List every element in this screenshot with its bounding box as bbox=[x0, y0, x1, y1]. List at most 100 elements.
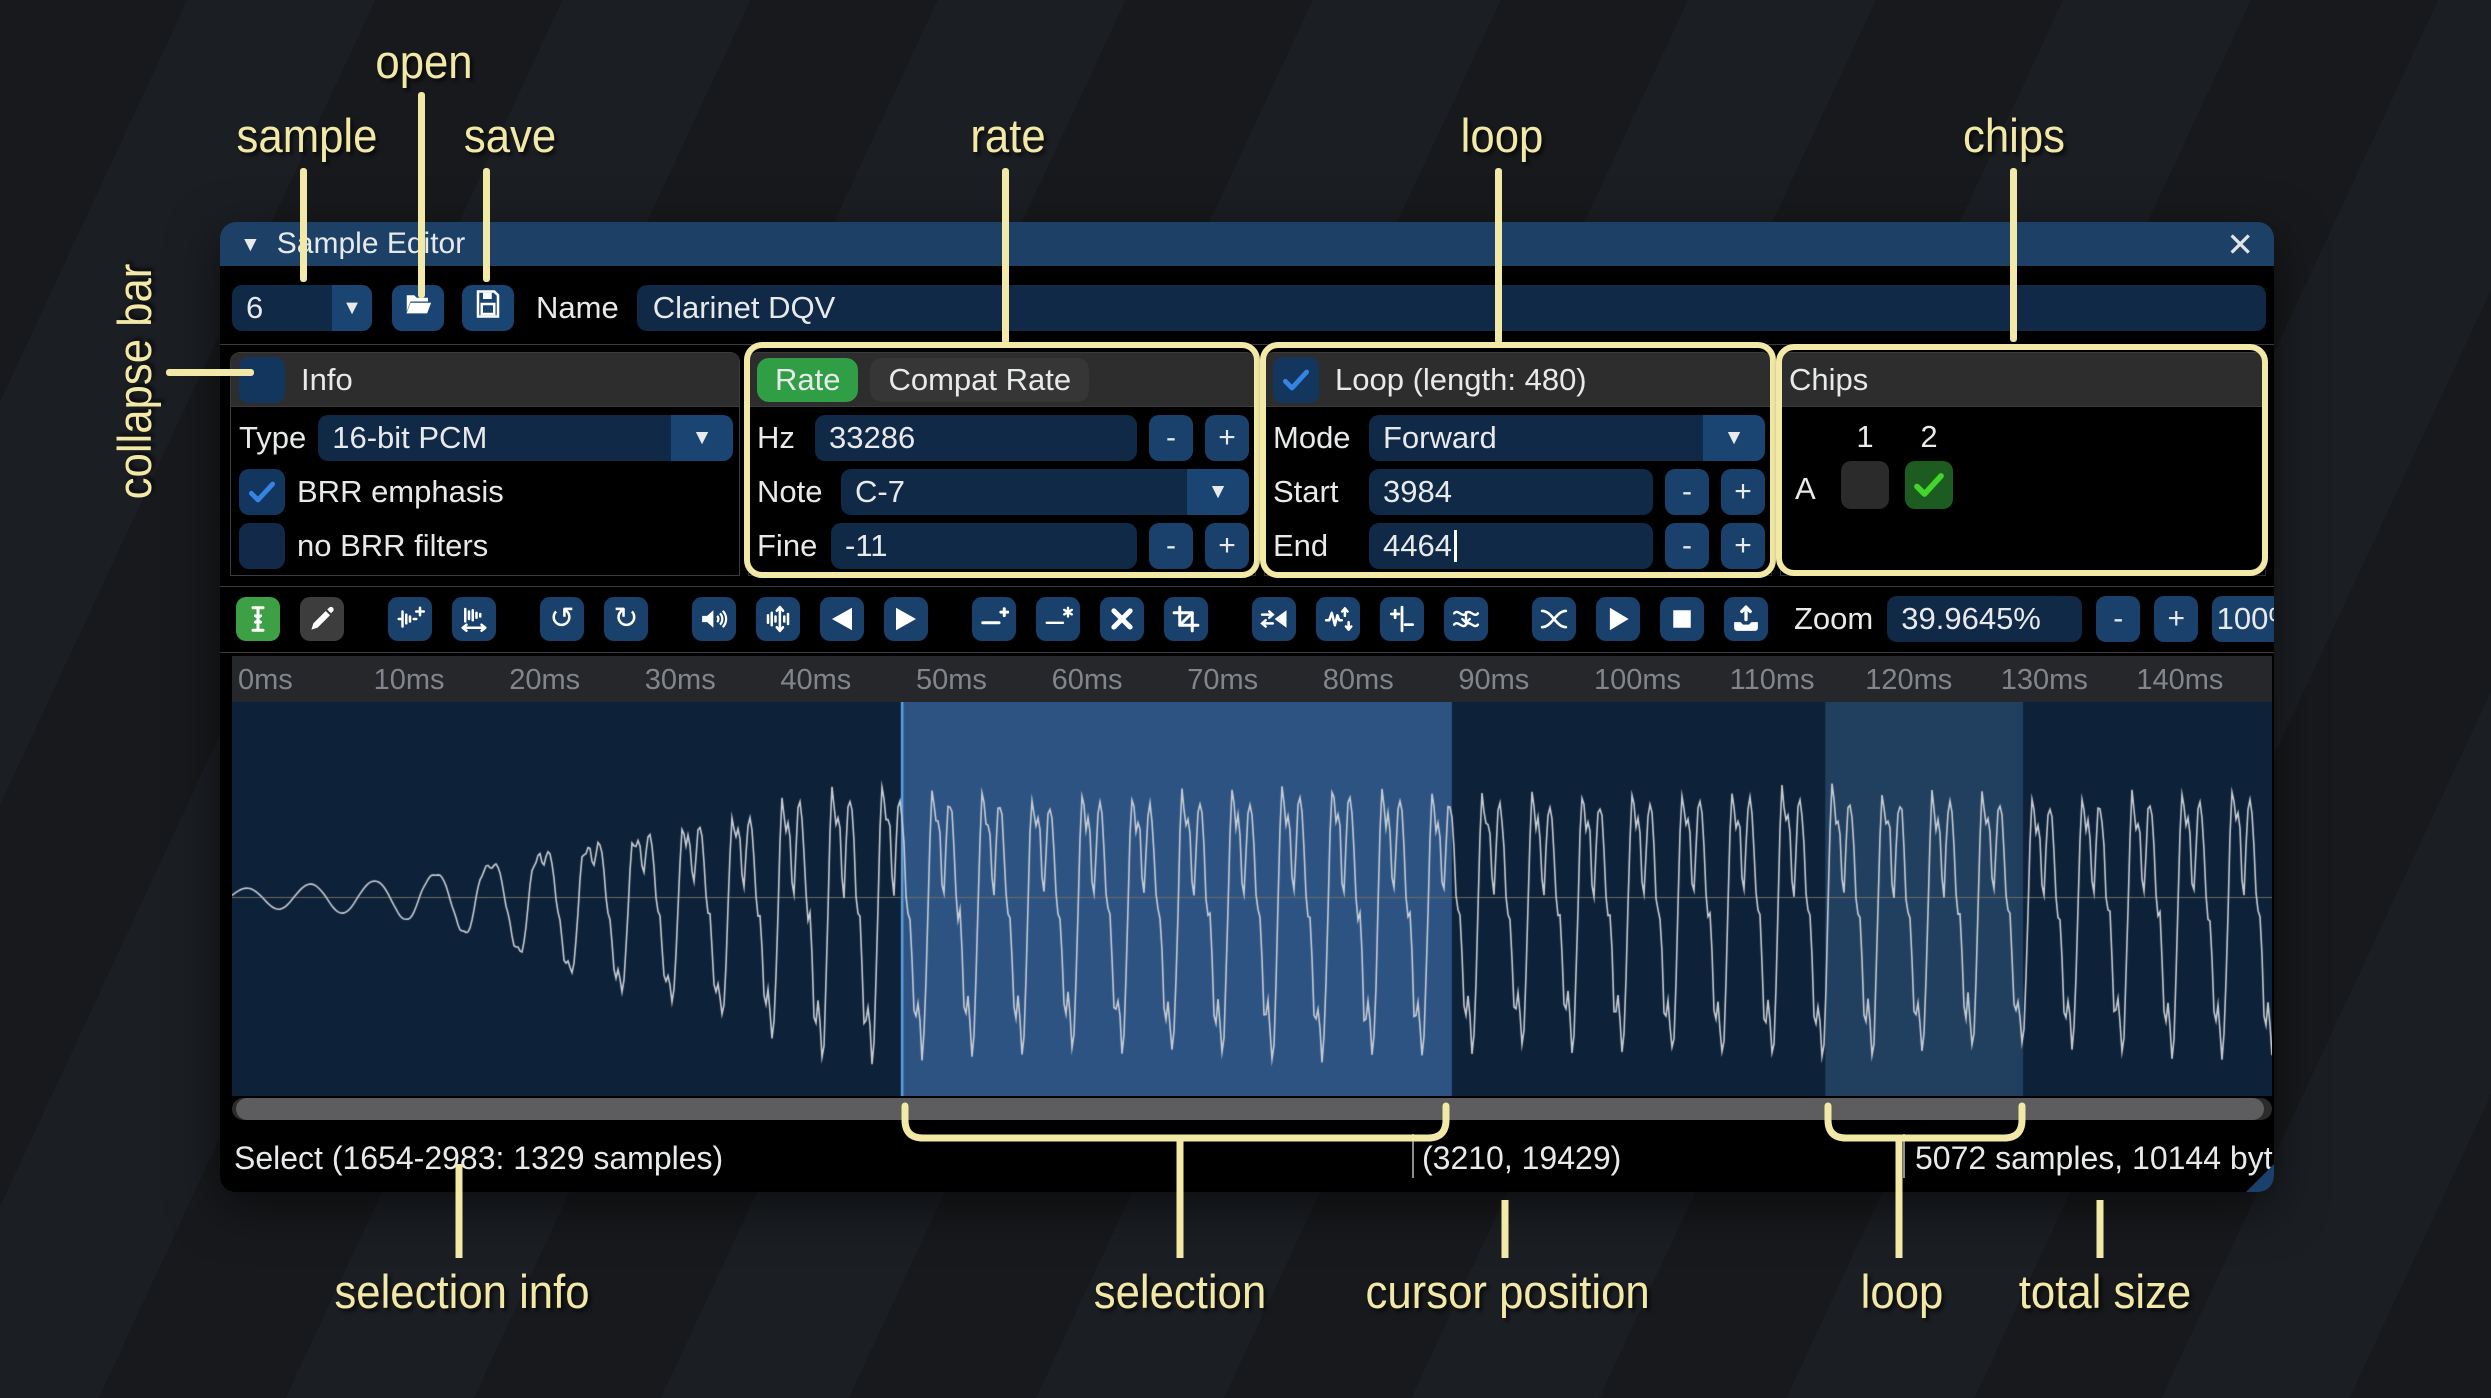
zoom-out-button[interactable]: - bbox=[2096, 596, 2141, 642]
brr-emphasis-checkbox[interactable] bbox=[239, 469, 285, 515]
sample-name-input[interactable]: Clarinet DQV bbox=[636, 285, 2266, 331]
annotation-line-chips bbox=[2010, 168, 2017, 342]
sample-number-select[interactable]: 6 ▼ bbox=[232, 285, 372, 331]
chevron-down-icon[interactable]: ▼ bbox=[332, 285, 372, 331]
annotation-open: open bbox=[375, 35, 473, 88]
sample-number-value: 6 bbox=[232, 285, 332, 331]
apply-silence-button[interactable] bbox=[1036, 597, 1080, 641]
ibeam-icon bbox=[243, 604, 273, 634]
resize-button[interactable] bbox=[388, 597, 432, 641]
select-mode-button[interactable] bbox=[236, 597, 280, 641]
ruler-tick-label: 0ms bbox=[238, 664, 293, 696]
sample-toolbar: ↺ ↻ Zoom 39.9645% - + 100% bbox=[236, 596, 2274, 642]
annotation-selection-info: selection info bbox=[334, 1265, 590, 1318]
resample-button[interactable] bbox=[452, 597, 496, 641]
draw-mode-button[interactable] bbox=[300, 597, 344, 641]
fade-in-icon bbox=[827, 604, 857, 634]
sample-row: 6 ▼ Name Clarinet DQV bbox=[232, 282, 2266, 334]
sample-name-value: Clarinet DQV bbox=[652, 290, 836, 325]
ruler-tick-label: 80ms bbox=[1322, 664, 1394, 696]
annotation-line-loop bbox=[1495, 168, 1502, 344]
info-panel-title: Info bbox=[301, 361, 353, 397]
silence-plus-icon bbox=[979, 604, 1009, 634]
normalize-button[interactable] bbox=[756, 597, 800, 641]
scrollbar-thumb[interactable] bbox=[236, 1098, 2264, 1120]
sample-type-value: 16-bit PCM bbox=[318, 415, 671, 461]
info-panel: Info Type 16-bit PCM ▼ BRR emphasis no B… bbox=[230, 352, 740, 576]
annotation-line-sample bbox=[300, 168, 307, 282]
save-sample-button[interactable] bbox=[462, 285, 514, 331]
sample-type-select[interactable]: 16-bit PCM ▼ bbox=[318, 415, 733, 461]
wave-stretch-icon bbox=[459, 604, 489, 634]
delete-button[interactable] bbox=[1100, 597, 1144, 641]
reverse-button[interactable] bbox=[1252, 597, 1296, 641]
stop-preview-button[interactable] bbox=[1660, 597, 1704, 641]
waveform-scrollbar[interactable] bbox=[232, 1098, 2272, 1120]
collapse-window-icon[interactable]: ▼ bbox=[240, 234, 261, 255]
silence-star-icon bbox=[1043, 604, 1073, 634]
status-divider bbox=[1903, 1134, 1905, 1178]
time-ruler[interactable]: 0ms 10ms 20ms 30ms 40ms 50ms 60ms 70ms 80ms 90ms 1… bbox=[232, 656, 2272, 702]
upload-button[interactable] bbox=[1724, 597, 1768, 641]
annotation-collapse-bar: collapse bar bbox=[108, 263, 162, 499]
ruler-tick-label: 120ms bbox=[1865, 664, 1953, 696]
preview-button[interactable] bbox=[1596, 597, 1640, 641]
undo-button[interactable]: ↺ bbox=[540, 597, 584, 641]
chevron-down-icon: ▼ bbox=[671, 415, 733, 461]
crossfade-button[interactable] bbox=[1532, 597, 1576, 641]
zoom-input[interactable]: 39.9645% bbox=[1887, 596, 2083, 642]
ruler-tick-label: 10ms bbox=[373, 664, 445, 696]
zoom-label: Zoom bbox=[1794, 601, 1874, 636]
insert-silence-button[interactable] bbox=[972, 597, 1016, 641]
ruler-tick-label: 100ms bbox=[1594, 664, 1682, 696]
collapse-info-button[interactable] bbox=[239, 356, 285, 403]
ruler-tick-label: 30ms bbox=[644, 664, 716, 696]
annotation-line-save bbox=[483, 168, 490, 282]
annotation-line-rate bbox=[1002, 168, 1009, 344]
filter-button[interactable] bbox=[1444, 597, 1488, 641]
delete-x-icon bbox=[1107, 604, 1137, 634]
crossfade-icon bbox=[1539, 604, 1569, 634]
pencil-icon bbox=[307, 604, 337, 634]
crop-icon bbox=[1171, 604, 1201, 634]
type-label: Type bbox=[239, 420, 307, 455]
zoom-value: 39.9645% bbox=[1901, 601, 2041, 636]
no-brr-filters-checkbox[interactable] bbox=[239, 523, 285, 569]
loop-callout bbox=[1260, 342, 1776, 578]
zoom-cluster: Zoom 39.9645% - + 100% bbox=[1794, 596, 2274, 642]
play-icon bbox=[1603, 604, 1633, 634]
rate-callout bbox=[744, 342, 1260, 578]
invert-button[interactable] bbox=[1316, 597, 1360, 641]
status-selection-info: Select (1654-2983: 1329 samples) bbox=[234, 1140, 724, 1176]
filter-icon bbox=[1451, 604, 1481, 634]
status-divider bbox=[1412, 1134, 1414, 1178]
ruler-tick-label: 140ms bbox=[2136, 664, 2224, 696]
speaker-icon bbox=[699, 604, 729, 634]
ruler-tick-label: 70ms bbox=[1187, 664, 1259, 696]
ruler-tick-label: 130ms bbox=[2000, 664, 2088, 696]
signed-unsigned-button[interactable] bbox=[1380, 597, 1424, 641]
reverse-icon bbox=[1259, 604, 1289, 634]
status-total-size: 5072 samples, 10144 bytes bbox=[1915, 1140, 2274, 1176]
zoom-reset-button[interactable]: 100% bbox=[2212, 596, 2274, 642]
waveform-view[interactable] bbox=[232, 702, 2272, 1096]
chips-callout bbox=[1776, 344, 2268, 576]
separator bbox=[220, 652, 2274, 653]
annotation-line-collapse-bar bbox=[166, 369, 254, 376]
save-floppy-icon bbox=[473, 289, 503, 327]
ruler-tick-label: 20ms bbox=[509, 664, 581, 696]
name-label: Name bbox=[536, 290, 619, 325]
amplify-button[interactable] bbox=[692, 597, 736, 641]
close-icon[interactable]: ✕ bbox=[2226, 228, 2254, 261]
trim-button[interactable] bbox=[1164, 597, 1208, 641]
fade-in-button[interactable] bbox=[820, 597, 864, 641]
zoom-in-button[interactable]: + bbox=[2154, 596, 2199, 642]
redo-button[interactable]: ↻ bbox=[604, 597, 648, 641]
wave-updown-icon bbox=[763, 604, 793, 634]
titlebar[interactable]: ▼ Sample Editor ✕ bbox=[220, 222, 2274, 266]
annotation-chips: chips bbox=[1962, 109, 2066, 162]
wave-plus-icon bbox=[395, 604, 425, 634]
fade-out-button[interactable] bbox=[884, 597, 928, 641]
desktop-background: ▼ Sample Editor ✕ 6 ▼ Name Clarinet DQV bbox=[0, 0, 2491, 1398]
fade-out-icon bbox=[891, 604, 921, 634]
